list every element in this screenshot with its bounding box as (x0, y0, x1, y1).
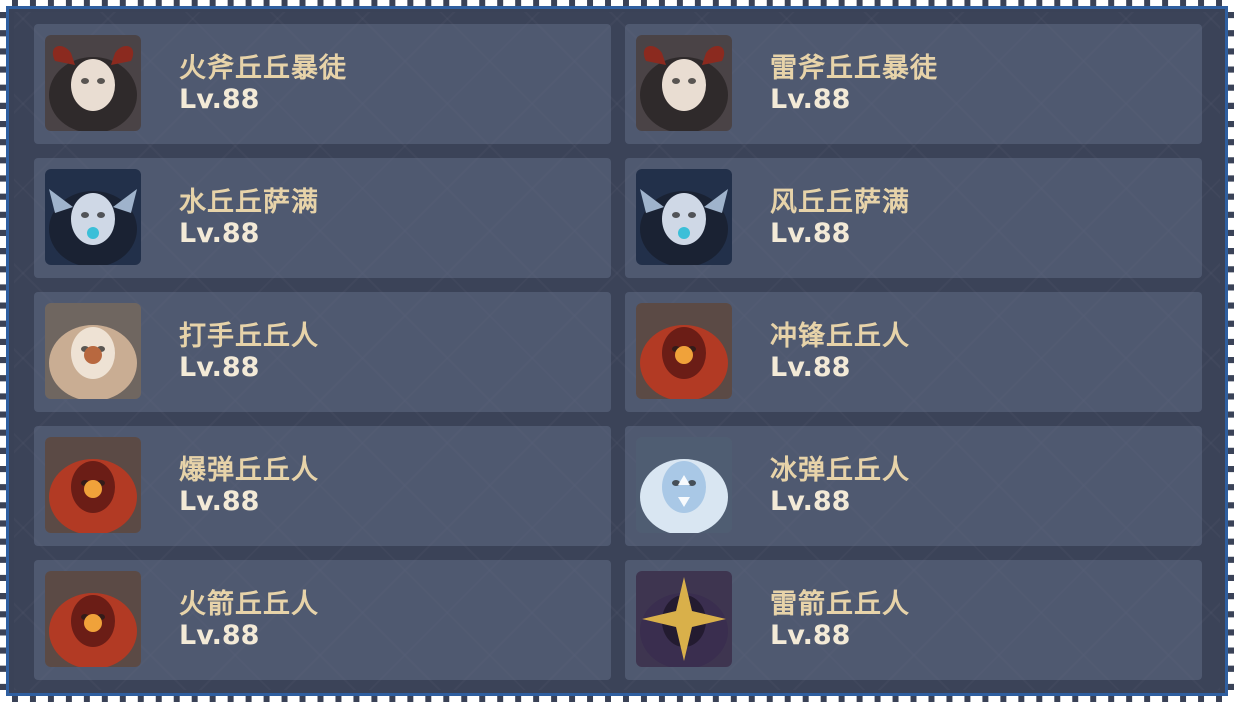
enemy-level: Lv.88 (179, 620, 260, 651)
enemy-card[interactable]: 冰弹丘丘人 Lv.88 (625, 426, 1202, 546)
hilichurl-mask-horned-icon (45, 35, 141, 131)
enemy-list-panel: 火斧丘丘暴徒 Lv.88 雷斧丘丘暴徒 Lv.88 水丘丘萨满 Lv.88 风丘… (14, 12, 1220, 690)
enemy-card[interactable]: 火箭丘丘人 Lv.88 (34, 560, 611, 680)
enemy-card[interactable]: 风丘丘萨满 Lv.88 (625, 158, 1202, 278)
enemy-name: 冲锋丘丘人 (770, 321, 910, 352)
hilichurl-cryo-icon (636, 437, 732, 533)
hilichurl-mask-horned-icon (636, 35, 732, 131)
enemy-card[interactable]: 雷箭丘丘人 Lv.88 (625, 560, 1202, 680)
enemy-card[interactable]: 冲锋丘丘人 Lv.88 (625, 292, 1202, 412)
enemy-level: Lv.88 (770, 352, 851, 383)
enemy-level: Lv.88 (179, 486, 260, 517)
hilichurl-berserker-icon (636, 303, 732, 399)
enemy-name: 雷斧丘丘暴徒 (770, 53, 938, 84)
enemy-card[interactable]: 火斧丘丘暴徒 Lv.88 (34, 24, 611, 144)
enemy-card[interactable]: 打手丘丘人 Lv.88 (34, 292, 611, 412)
enemy-card[interactable]: 水丘丘萨满 Lv.88 (34, 158, 611, 278)
hilichurl-fighter-icon (45, 303, 141, 399)
enemy-level: Lv.88 (770, 84, 851, 115)
screenshot-frame: 火斧丘丘暴徒 Lv.88 雷斧丘丘暴徒 Lv.88 水丘丘萨满 Lv.88 风丘… (0, 0, 1234, 702)
enemy-level: Lv.88 (179, 84, 260, 115)
enemy-grid: 火斧丘丘暴徒 Lv.88 雷斧丘丘暴徒 Lv.88 水丘丘萨满 Lv.88 风丘… (34, 24, 1202, 680)
enemy-level: Lv.88 (179, 352, 260, 383)
enemy-name: 爆弹丘丘人 (179, 455, 319, 486)
enemy-name: 火箭丘丘人 (179, 589, 319, 620)
enemy-card[interactable]: 雷斧丘丘暴徒 Lv.88 (625, 24, 1202, 144)
enemy-name: 冰弹丘丘人 (770, 455, 910, 486)
enemy-level: Lv.88 (770, 486, 851, 517)
enemy-name: 火斧丘丘暴徒 (179, 53, 347, 84)
enemy-level: Lv.88 (770, 218, 851, 249)
hilichurl-pyro-archer-icon (45, 571, 141, 667)
enemy-card[interactable]: 爆弹丘丘人 Lv.88 (34, 426, 611, 546)
enemy-name: 雷箭丘丘人 (770, 589, 910, 620)
enemy-name: 打手丘丘人 (179, 321, 319, 352)
shaman-mask-icon (45, 169, 141, 265)
enemy-level: Lv.88 (770, 620, 851, 651)
shaman-mask-icon (636, 169, 732, 265)
hilichurl-electro-archer-icon (636, 571, 732, 667)
enemy-name: 风丘丘萨满 (770, 187, 910, 218)
enemy-level: Lv.88 (179, 218, 260, 249)
hilichurl-bomber-icon (45, 437, 141, 533)
enemy-name: 水丘丘萨满 (179, 187, 319, 218)
